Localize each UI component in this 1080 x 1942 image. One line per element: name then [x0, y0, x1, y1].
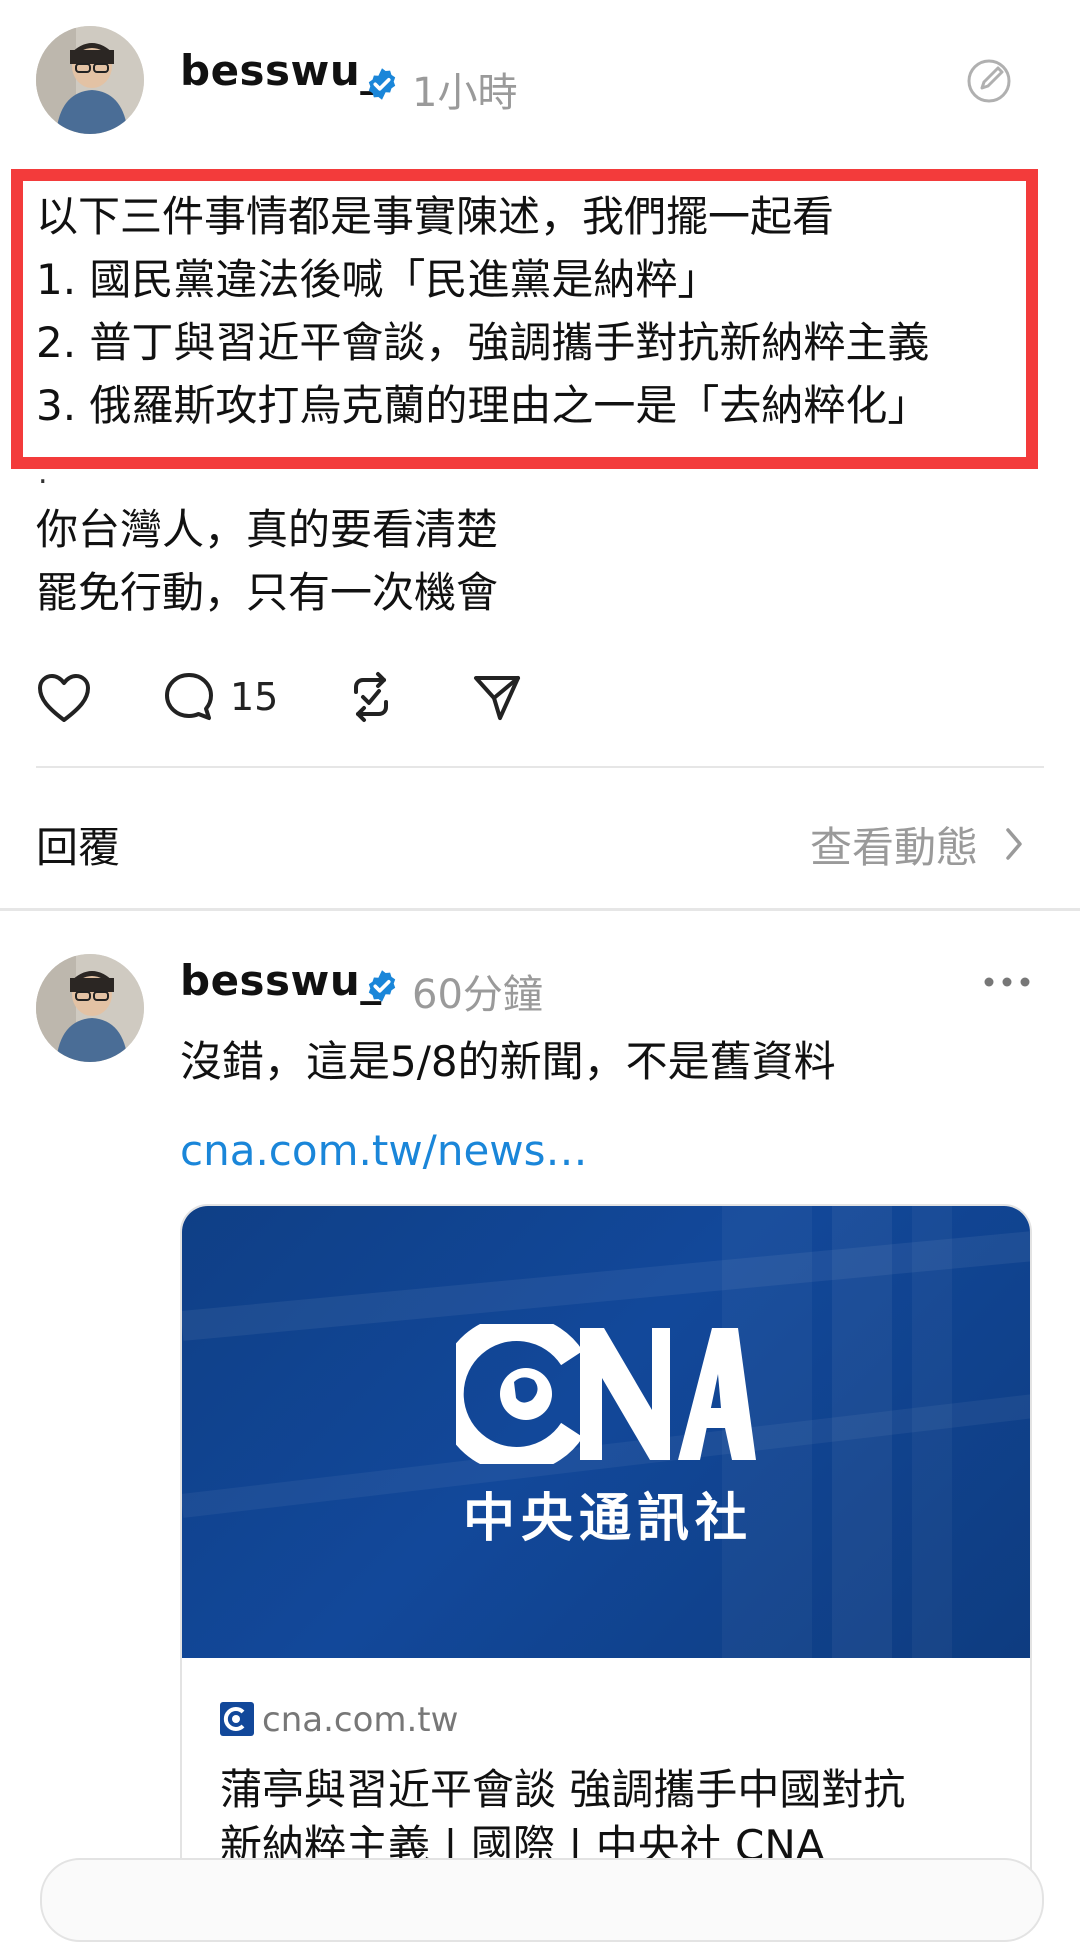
- share-icon[interactable]: [470, 670, 524, 724]
- post-line-1: 你台灣人，真的要看清楚: [36, 505, 499, 554]
- post-line-2: 罷免行動，只有一次機會: [36, 568, 499, 617]
- avatar[interactable]: [36, 26, 144, 134]
- edit-circle-icon[interactable]: [964, 56, 1014, 106]
- chevron-right-icon[interactable]: [1000, 824, 1028, 864]
- highlighted-line-1: 以下三件事情都是事實陳述，我們擺一起看: [36, 192, 835, 241]
- cna-logo-icon: [456, 1324, 756, 1464]
- section-divider: [0, 908, 1080, 911]
- more-icon[interactable]: [982, 972, 1032, 992]
- highlighted-line-3: 2. 普丁與習近平會談，強調攜手對抗新納粹主義: [36, 318, 930, 367]
- verified-icon: [368, 970, 396, 1002]
- comment-button[interactable]: 15: [162, 670, 278, 724]
- highlighted-line-2: 1. 國民黨違法後喊「民進黨是納粹」: [36, 255, 720, 304]
- comment-icon: [165, 673, 213, 720]
- post-time: 60分鐘: [412, 972, 543, 1018]
- post-time: 1小時: [412, 70, 518, 116]
- card-title-line-1: 蒲亭與習近平會談 強調攜手中國對抗: [220, 1765, 906, 1814]
- highlighted-line-4: 3. 俄羅斯攻打烏克蘭的理由之一是「去納粹化」: [36, 381, 930, 430]
- post2-text: 沒錯，這是5/8的新聞，不是舊資料: [180, 1037, 836, 1086]
- card-image: 中央通訊社: [182, 1206, 1030, 1658]
- heart-icon[interactable]: [36, 672, 92, 724]
- card-image-caption: 中央通訊社: [462, 1489, 753, 1549]
- cna-favicon-icon: [220, 1702, 254, 1736]
- view-activity-link[interactable]: 查看動態: [810, 814, 978, 875]
- reply-input-bar[interactable]: [40, 1858, 1044, 1942]
- repost-icon[interactable]: [344, 670, 398, 724]
- news-link[interactable]: cna.com.tw/news…: [180, 1126, 588, 1175]
- avatar[interactable]: [36, 954, 144, 1062]
- link-preview-card[interactable]: 中央通訊社 cna.com.tw 蒲亭與習近平會談 強調攜手中國對抗 新納粹主義…: [180, 1204, 1032, 1924]
- verified-icon: [368, 68, 396, 100]
- separator-dot: .: [38, 456, 48, 491]
- comment-count: 15: [230, 675, 279, 719]
- card-domain: cna.com.tw: [262, 1700, 459, 1740]
- username[interactable]: besswu_: [180, 46, 382, 95]
- username[interactable]: besswu_: [180, 956, 382, 1005]
- reply-button[interactable]: 回覆: [36, 814, 120, 875]
- divider: [36, 766, 1044, 768]
